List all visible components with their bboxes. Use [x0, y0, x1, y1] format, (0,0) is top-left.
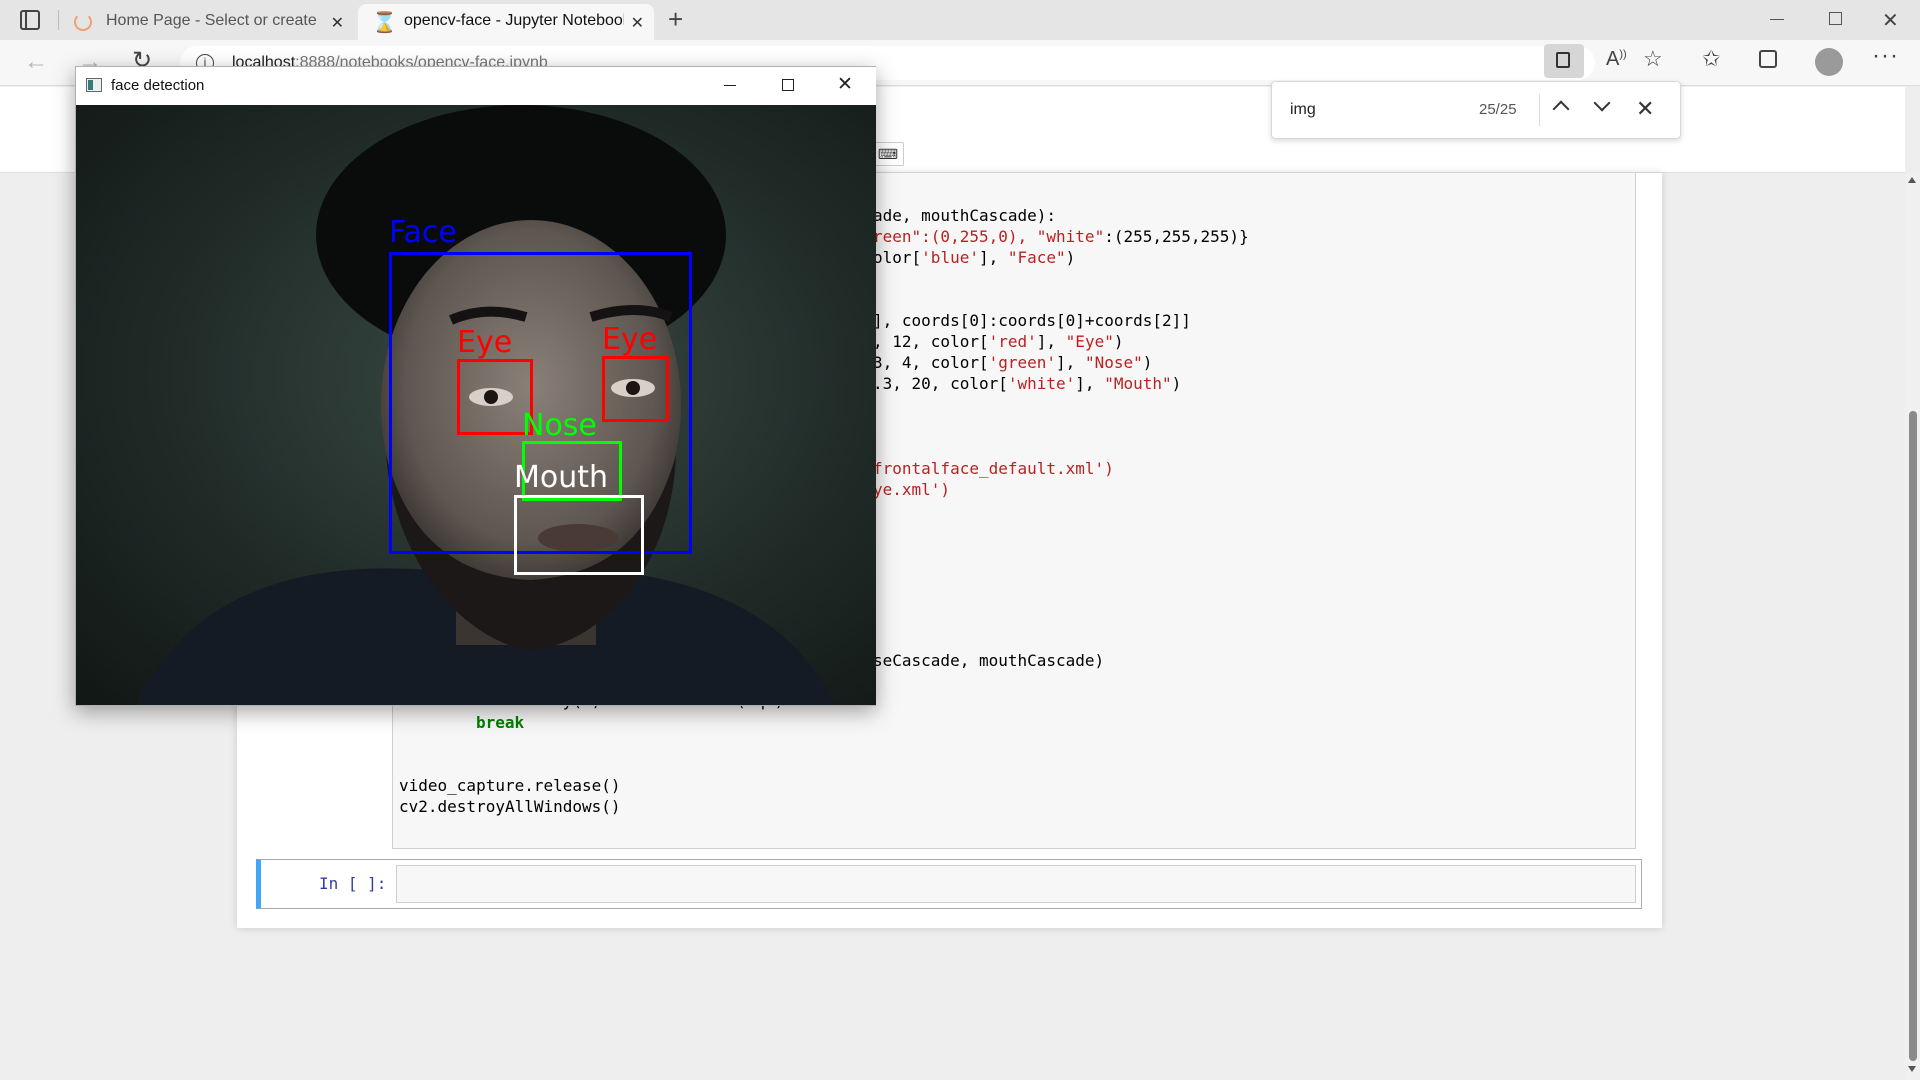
code-token: ) [1171, 374, 1182, 393]
find-input[interactable]: img [1290, 101, 1316, 119]
eye-detection-box [602, 356, 669, 422]
code-token: 'green' [988, 353, 1057, 372]
minimize-button[interactable] [1770, 19, 1784, 20]
code-token: ], [978, 248, 1008, 267]
code-token: .3, 20, color[ [873, 374, 1008, 393]
window-close-button[interactable]: ✕ [837, 73, 853, 96]
jupyter-hourglass-icon: ⌛ [372, 12, 397, 34]
code-token: "Face" [1007, 248, 1066, 267]
favorites-icon[interactable]: ✩ [1702, 46, 1720, 72]
find-separator [1539, 94, 1540, 126]
add-favorite-icon[interactable]: ☆ [1643, 46, 1663, 72]
tab-opencv-face[interactable]: ⌛ opencv-face - Jupyter Notebook ✕ [358, 4, 654, 40]
code-line: ], coords[0]:coords[0]+coords[2]] [873, 311, 1191, 330]
code-line: ade, mouthCascade): [873, 206, 1057, 225]
page-scrollbar[interactable] [1905, 173, 1920, 1080]
code-line: cv2.destroyAllWindows() [399, 797, 621, 816]
new-tab-button[interactable]: + [668, 4, 683, 35]
code-token: "white" [1036, 227, 1105, 246]
code-token: "Eye" [1065, 332, 1114, 351]
code-token: reen":(0,255,0), [873, 227, 1037, 246]
cell-editor[interactable] [396, 865, 1636, 903]
code-line: video_capture.release() [399, 776, 621, 795]
code-line: .3, 20, color['white'], "Mouth") [873, 373, 1181, 394]
browser-tab-strip: Home Page - Select or create a n ✕ ⌛ ope… [0, 0, 1920, 40]
empty-input-cell[interactable]: In [ ]: [256, 859, 1642, 909]
tab-title: Home Page - Select or create a n [106, 12, 318, 29]
code-line: seCascade, mouthCascade) [873, 651, 1105, 670]
code-token: :(255,255,255)} [1104, 227, 1249, 246]
mouth-detection-label: Mouth [514, 460, 609, 495]
face-detection-window[interactable]: face detection ✕ Face Eye Eye Nose Mouth [75, 66, 876, 706]
code-token: ], [1036, 332, 1066, 351]
restore-button[interactable] [1829, 12, 1842, 25]
code-line: 3, 4, color['green'], "Nose") [873, 352, 1152, 373]
code-token: "Nose" [1084, 353, 1143, 372]
find-previous-icon[interactable] [1552, 100, 1570, 118]
window-maximize-button[interactable] [782, 79, 794, 91]
code-token: olor[ [873, 248, 922, 267]
scroll-down-icon[interactable] [1908, 1066, 1916, 1072]
code-line: break [476, 713, 525, 732]
keyboard-shortcuts-icon[interactable]: ⌨ [872, 142, 904, 166]
close-window-button[interactable]: ✕ [1882, 8, 1899, 33]
tab-separator [58, 10, 59, 30]
eye-detection-label: Eye [457, 325, 513, 360]
window-app-icon [86, 78, 102, 92]
tab-title: opencv-face - Jupyter Notebook [404, 12, 624, 29]
find-close-icon[interactable]: ✕ [1636, 96, 1654, 122]
scroll-up-icon[interactable] [1908, 177, 1916, 183]
find-next-icon[interactable] [1593, 94, 1611, 112]
loading-icon [74, 13, 92, 31]
find-in-page-icon[interactable] [1544, 44, 1584, 78]
code-token: 'blue' [921, 248, 979, 267]
window-titlebar[interactable]: face detection ✕ [76, 67, 876, 105]
code-line: ye.xml') [873, 480, 951, 499]
tab-actions-icon[interactable] [20, 10, 40, 30]
close-tab-icon[interactable]: ✕ [631, 13, 644, 33]
code-line: , 12, color['red'], "Eye") [873, 331, 1123, 352]
code-token: ) [1113, 332, 1124, 351]
profile-avatar[interactable] [1815, 48, 1843, 76]
eye-detection-label: Eye [602, 322, 658, 357]
code-token: 'white' [1007, 374, 1076, 393]
code-token: ], [1075, 374, 1105, 393]
code-token: ) [1142, 353, 1153, 372]
nose-detection-label: Nose [522, 408, 597, 443]
scroll-thumb[interactable] [1909, 411, 1917, 1061]
code-line: frontalface_default.xml') [873, 459, 1114, 478]
collections-icon[interactable] [1759, 50, 1777, 68]
more-menu-icon[interactable]: ··· [1872, 42, 1899, 70]
code-token: 3, 4, color[ [873, 353, 989, 372]
read-aloud-icon[interactable]: A)) [1606, 48, 1627, 71]
code-token: "Mouth" [1104, 374, 1172, 393]
face-detection-label: Face [389, 215, 457, 250]
close-tab-icon[interactable]: ✕ [331, 13, 344, 33]
code-token: , 12, color[ [873, 332, 989, 351]
mouth-detection-box [514, 495, 644, 575]
window-minimize-button[interactable] [724, 85, 736, 86]
window-title: face detection [111, 77, 205, 94]
find-match-count: 25/25 [1479, 101, 1517, 118]
find-bar: img 25/25 ✕ [1271, 81, 1681, 139]
back-arrow-icon[interactable]: ← [24, 48, 48, 76]
code-token: ) [1065, 248, 1076, 267]
tab-home-page[interactable]: Home Page - Select or create a n ✕ [62, 4, 354, 40]
webcam-frame: Face Eye Eye Nose Mouth [76, 105, 876, 705]
code-token: 'red' [988, 332, 1037, 351]
code-line: olor['blue'], "Face") [873, 247, 1075, 268]
cell-prompt: In [ ]: [319, 874, 387, 893]
code-token: ], [1056, 353, 1085, 372]
code-line: reen":(0,255,0), "white":(255,255,255)} [873, 226, 1249, 247]
